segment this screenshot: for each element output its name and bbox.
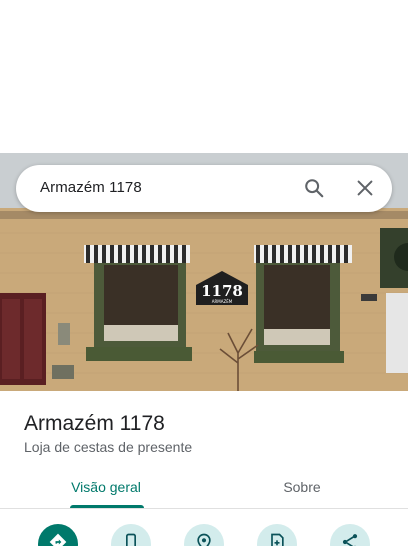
active-tab-indicator — [70, 505, 144, 508]
search-icon[interactable] — [303, 177, 325, 199]
close-icon[interactable] — [354, 177, 376, 199]
tab-bar: Visão geral Sobre — [0, 465, 408, 509]
directions-icon — [48, 524, 68, 546]
search-query[interactable]: Armazém 1178 — [40, 179, 142, 196]
share-button[interactable] — [330, 524, 370, 546]
sign-number: 1178 — [201, 282, 243, 300]
phone-icon — [121, 524, 141, 546]
call-button[interactable] — [111, 524, 151, 546]
location-pin-icon — [194, 524, 214, 546]
directions-button[interactable] — [38, 524, 78, 546]
location-button[interactable] — [184, 524, 224, 546]
map-area-blank — [0, 0, 408, 153]
left-awning — [84, 245, 190, 263]
search-bar[interactable]: Armazém 1178 — [16, 165, 392, 212]
action-buttons-row — [0, 520, 408, 546]
save-button[interactable] — [257, 524, 297, 546]
save-icon — [267, 524, 287, 546]
sign-word: ARMAZÉM — [212, 299, 233, 304]
tab-about[interactable]: Sobre — [256, 465, 348, 509]
share-icon — [340, 524, 360, 546]
place-category[interactable]: Loja de cestas de presente — [24, 439, 192, 455]
tab-overview[interactable]: Visão geral — [60, 465, 152, 509]
place-title: Armazém 1178 — [24, 412, 165, 435]
